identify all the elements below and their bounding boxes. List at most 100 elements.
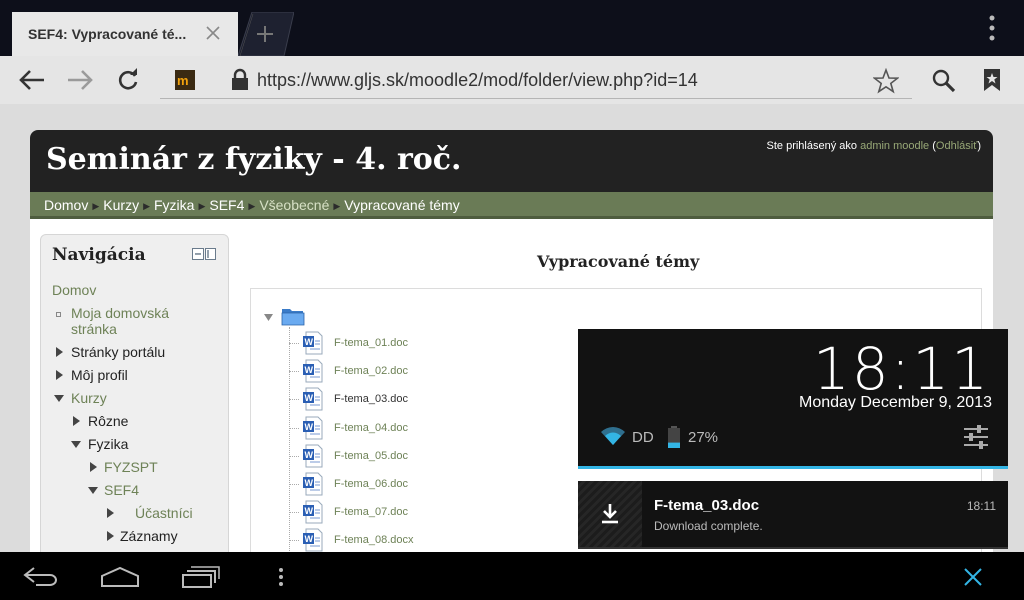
wifi-icon	[600, 426, 626, 446]
file-row[interactable]: W F-tema_08.docx	[289, 528, 549, 552]
collapse-arrow-icon[interactable]	[54, 395, 64, 402]
file-name[interactable]: F-tema_03.doc	[334, 393, 408, 405]
url-field[interactable]: https://www.gljs.sk/moodle2/mod/folder/v…	[257, 70, 698, 91]
tab-title: SEF4: Vypracované té...	[28, 26, 187, 42]
file-name[interactable]: F-tema_08.docx	[334, 534, 413, 546]
svg-text:W: W	[305, 450, 314, 460]
breadcrumb-general[interactable]: Všeobecné	[259, 197, 329, 213]
breadcrumb-sef4[interactable]: SEF4	[209, 197, 244, 213]
recent-apps-icon[interactable]	[182, 566, 220, 588]
navigation-title: Navigácia	[52, 245, 146, 265]
download-notification[interactable]: F-tema_03.doc Download complete. 18:11	[578, 481, 1008, 549]
navigation-block: Navigácia Domov Moja domovská stránka St…	[40, 234, 229, 552]
back-icon[interactable]	[22, 566, 60, 586]
bullet-icon	[56, 312, 61, 317]
overflow-menu-icon[interactable]	[982, 14, 1002, 42]
menu-icon[interactable]	[276, 567, 286, 587]
breadcrumb-courses[interactable]: Kurzy	[103, 197, 139, 213]
site-header: Seminár z fyziky - 4. roč. Ste prihlásen…	[30, 130, 993, 192]
file-row[interactable]: W F-tema_01.doc	[289, 331, 549, 355]
file-name[interactable]: F-tema_04.doc	[334, 422, 408, 434]
file-row[interactable]: W F-tema_05.doc	[289, 444, 549, 468]
download-status: Download complete.	[654, 519, 763, 533]
quick-settings-icon[interactable]	[962, 423, 990, 451]
login-info: Ste prihlásený ako admin moodle (Odhlási…	[767, 140, 981, 152]
svg-text:W: W	[305, 365, 314, 375]
url-underline	[160, 98, 912, 99]
expand-arrow-icon[interactable]	[56, 370, 63, 380]
tree-branch	[289, 456, 299, 457]
nav-item-physics[interactable]: Fyzika	[88, 436, 128, 452]
bookmarks-icon[interactable]	[982, 68, 1002, 92]
nav-item-records[interactable]: Záznamy	[120, 528, 178, 544]
expand-arrow-icon[interactable]	[90, 462, 97, 472]
file-row[interactable]: W F-tema_03.doc	[289, 387, 549, 411]
file-row[interactable]: W F-tema_02.doc	[289, 359, 549, 383]
nav-item-fyzspt[interactable]: FYZSPT	[104, 459, 158, 475]
login-paren-open: (	[929, 140, 936, 152]
login-user-link[interactable]: admin moodle	[860, 140, 929, 152]
svg-text:W: W	[305, 478, 314, 488]
svg-text:W: W	[305, 422, 314, 432]
breadcrumb-current: Vypracované témy	[344, 197, 460, 213]
nav-item-site-pages[interactable]: Stránky portálu	[71, 344, 165, 360]
network-name: DD	[632, 429, 654, 446]
collapse-arrow-icon[interactable]	[71, 441, 81, 448]
word-doc-icon: W	[301, 416, 325, 440]
nav-item-home[interactable]: Domov	[52, 282, 96, 298]
tree-branch	[289, 343, 299, 344]
bookmark-star-icon[interactable]	[873, 68, 899, 94]
breadcrumb-separator-icon: ▶	[248, 201, 256, 211]
collapse-arrow-icon[interactable]	[88, 487, 98, 494]
expand-arrow-icon[interactable]	[107, 531, 114, 541]
search-icon[interactable]	[931, 68, 957, 94]
clear-notifications-icon[interactable]	[963, 567, 983, 587]
nav-item-participants[interactable]: Účastníci	[135, 505, 193, 521]
tree-branch	[289, 512, 299, 513]
svg-text:W: W	[305, 506, 314, 516]
dock-block-icon[interactable]	[192, 248, 216, 260]
collapse-arrow-icon[interactable]	[264, 314, 273, 321]
expand-arrow-icon[interactable]	[107, 508, 114, 518]
forward-arrow-icon[interactable]	[66, 68, 94, 92]
nav-item-sef4[interactable]: SEF4	[104, 482, 139, 498]
breadcrumb-separator-icon: ▶	[333, 201, 341, 211]
word-doc-icon: W	[301, 500, 325, 524]
breadcrumb-home[interactable]: Domov	[44, 197, 88, 213]
tree-branch	[289, 540, 299, 541]
back-arrow-icon[interactable]	[18, 68, 46, 92]
file-name[interactable]: F-tema_02.doc	[334, 365, 408, 377]
svg-text:W: W	[305, 534, 314, 544]
word-doc-icon: W	[301, 528, 325, 552]
breadcrumb-bar: Domov ▶ Kurzy ▶ Fyzika ▶ SEF4 ▶ Všeobecné ▶ Vyprac…	[30, 192, 993, 219]
nav-item-my-profile[interactable]: Môj profil	[71, 367, 128, 383]
new-tab-button[interactable]	[238, 12, 294, 56]
notification-header: 18:11 Monday December 9, 2013 DD 27%	[578, 329, 1008, 469]
browser-toolbar: m https://www.gljs.sk/moodle2/mod/folder…	[0, 56, 1024, 104]
reload-icon[interactable]	[116, 68, 140, 92]
home-icon[interactable]	[100, 566, 140, 588]
tree-branch	[289, 484, 299, 485]
file-row[interactable]: W F-tema_04.doc	[289, 416, 549, 440]
expand-arrow-icon[interactable]	[56, 347, 63, 357]
nav-item-misc[interactable]: Rôzne	[88, 413, 128, 429]
nav-item-my-home-cont[interactable]: stránka	[71, 321, 117, 337]
file-name[interactable]: F-tema_05.doc	[334, 450, 408, 462]
word-doc-icon: W	[301, 331, 325, 355]
file-row[interactable]: W F-tema_06.doc	[289, 472, 549, 496]
word-doc-icon: W	[301, 387, 325, 411]
logout-link[interactable]: Odhlásiť	[936, 140, 977, 152]
word-doc-icon: W	[301, 444, 325, 468]
browser-tab-active[interactable]: SEF4: Vypracované té...	[12, 12, 238, 56]
file-name[interactable]: F-tema_06.doc	[334, 478, 408, 490]
tab-close-icon[interactable]	[205, 25, 221, 41]
file-name[interactable]: F-tema_01.doc	[334, 337, 408, 349]
breadcrumb-physics[interactable]: Fyzika	[154, 197, 194, 213]
nav-item-my-home[interactable]: Moja domovská	[71, 305, 169, 321]
file-name[interactable]: F-tema_07.doc	[334, 506, 408, 518]
folder-icon[interactable]	[281, 306, 305, 326]
tree-branch	[289, 371, 299, 372]
expand-arrow-icon[interactable]	[73, 416, 80, 426]
file-row[interactable]: W F-tema_07.doc	[289, 500, 549, 524]
nav-item-courses[interactable]: Kurzy	[71, 390, 107, 406]
